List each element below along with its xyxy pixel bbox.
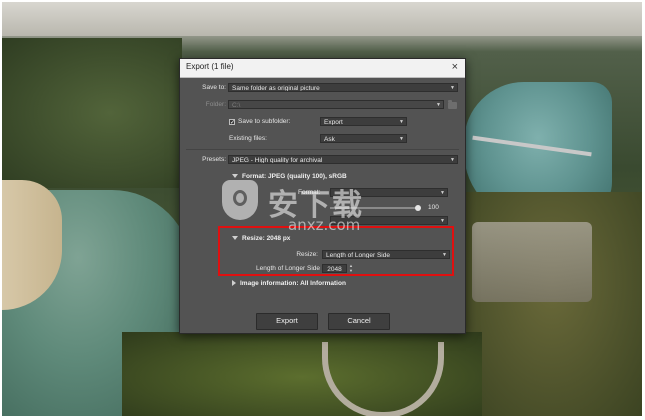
save-to-select[interactable]: Same folder as original picture ▼ [228, 83, 458, 92]
save-to-label: Save to: [202, 84, 226, 91]
chevron-down-icon: ▼ [450, 157, 455, 163]
format-label: Format: [298, 189, 321, 196]
existing-files-select[interactable]: Ask ▼ [320, 134, 407, 143]
chevron-down-icon: ▼ [440, 218, 445, 224]
dialog-titlebar[interactable]: Export (1 file) × [180, 59, 465, 78]
image-info-section-title: Image information: All Information [240, 280, 346, 287]
expand-triangle-icon [232, 174, 238, 179]
export-dialog: Export (1 file) × Save to: Same folder a… [179, 58, 466, 334]
folder-select: C:\ ▼ [228, 100, 444, 109]
chevron-down-icon: ▼ [399, 136, 404, 142]
existing-files-label: Existing files: [229, 135, 267, 142]
save-to-value: Same folder as original picture [232, 85, 320, 92]
color-profile-select[interactable]: ▼ [330, 216, 448, 225]
folder-value: C:\ [232, 102, 241, 109]
folder-label: Folder: [205, 101, 226, 108]
collapse-triangle-icon [232, 280, 236, 287]
subfolder-label: Save to subfolder: [238, 118, 291, 125]
format-section-header[interactable]: Format: JPEG (quality 100), sRGB [232, 173, 347, 180]
quality-slider-knob[interactable] [415, 205, 421, 211]
subfolder-select[interactable]: Export ▼ [320, 117, 407, 126]
quality-slider-track[interactable] [330, 207, 420, 209]
cancel-button[interactable]: Cancel [328, 313, 390, 330]
subfolder-value: Export [324, 119, 343, 126]
presets-select[interactable]: JPEG - High quality for archival ▼ [228, 155, 458, 164]
format-select[interactable]: ▼ [330, 188, 448, 197]
photo-sky [2, 2, 642, 36]
presets-label: Presets: [202, 156, 226, 163]
close-icon[interactable]: × [452, 60, 458, 74]
photo-forest [2, 38, 182, 188]
format-section-title: Format: JPEG (quality 100), sRGB [242, 173, 347, 180]
quality-value: 100 [428, 204, 439, 211]
chevron-down-icon: ▼ [399, 119, 404, 125]
folder-icon[interactable] [448, 100, 457, 109]
photo-castle [472, 222, 592, 302]
export-button[interactable]: Export [256, 313, 318, 330]
dialog-title: Export (1 file) [186, 62, 234, 71]
existing-files-value: Ask [324, 136, 335, 143]
chevron-down-icon: ▼ [436, 102, 441, 108]
chevron-down-icon: ▼ [440, 190, 445, 196]
image-info-section-header[interactable]: Image information: All Information [232, 280, 346, 287]
divider [186, 149, 459, 150]
chevron-down-icon: ▼ [450, 85, 455, 91]
subfolder-checkbox[interactable]: ✓ [229, 119, 235, 126]
highlight-box [218, 226, 454, 276]
presets-value: JPEG - High quality for archival [232, 157, 323, 164]
